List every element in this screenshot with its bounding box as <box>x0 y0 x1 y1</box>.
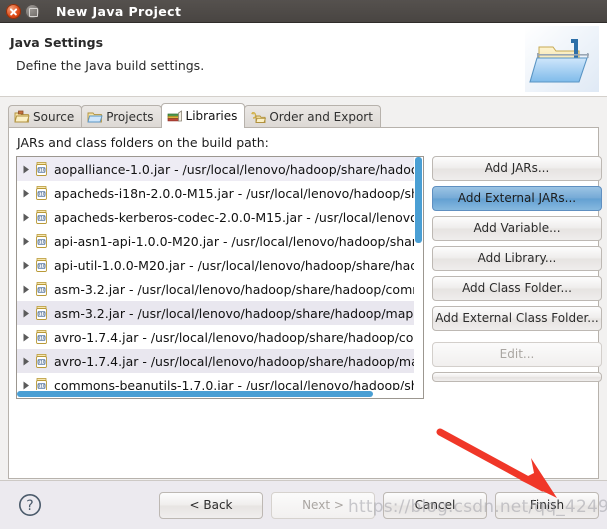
library-actions: Add JARs... Add External JARs... Add Var… <box>432 156 602 382</box>
collapsed-triangle-icon[interactable] <box>20 357 33 366</box>
add-jars-button[interactable]: Add JARs... <box>432 156 602 181</box>
next-button[interactable]: Next > <box>271 492 375 519</box>
list-horizontal-scrollbar[interactable] <box>17 390 423 398</box>
list-item[interactable]: 010 avro-1.7.4.jar - /usr/local/lenovo/h… <box>17 349 423 373</box>
collapsed-triangle-icon[interactable] <box>20 333 33 342</box>
libraries-books-icon <box>167 109 183 123</box>
tab-source-label: Source <box>33 110 75 124</box>
java-project-folder-icon <box>525 26 599 92</box>
close-icon[interactable] <box>6 3 21 19</box>
collapsed-triangle-icon[interactable] <box>20 261 33 270</box>
collapsed-triangle-icon[interactable] <box>20 189 33 198</box>
collapsed-triangle-icon[interactable] <box>20 309 33 318</box>
list-item-label: asm-3.2.jar - /usr/local/lenovo/hadoop/s… <box>54 305 423 321</box>
source-folder-icon <box>14 110 30 124</box>
svg-text:010: 010 <box>38 335 46 340</box>
edit-button[interactable]: Edit... <box>432 342 602 367</box>
tab-projects-label: Projects <box>106 110 154 124</box>
collapsed-triangle-icon[interactable] <box>20 213 33 222</box>
help-question-icon[interactable]: ? <box>18 493 42 517</box>
list-item-label: api-asn1-api-1.0.0-M20.jar - /usr/local/… <box>54 233 423 249</box>
list-vertical-scrollbar[interactable] <box>414 157 423 398</box>
svg-text:010: 010 <box>38 263 46 268</box>
build-path-list[interactable]: 010 aopalliance-1.0.jar - /usr/local/len… <box>16 156 424 399</box>
list-item[interactable]: 010 asm-3.2.jar - /usr/local/lenovo/hado… <box>17 277 423 301</box>
svg-text:?: ? <box>26 498 33 514</box>
settings-tabstrip: Source Projects Libraries Order and Expo… <box>8 103 607 128</box>
window-title: New Java Project <box>56 3 182 19</box>
projects-folder-icon <box>87 110 103 124</box>
svg-text:010: 010 <box>38 215 46 220</box>
jar-icon: 010 <box>33 209 50 226</box>
tab-order-and-export[interactable]: Order and Export <box>244 105 381 128</box>
list-item[interactable]: 010 avro-1.7.4.jar - /usr/local/lenovo/h… <box>17 325 423 349</box>
add-variable-button[interactable]: Add Variable... <box>432 216 602 241</box>
jar-icon: 010 <box>33 353 50 370</box>
tab-libraries-label: Libraries <box>185 109 238 123</box>
tab-source[interactable]: Source <box>8 105 83 128</box>
list-item[interactable]: 010 api-util-1.0.0-M20.jar - /usr/local/… <box>17 253 423 277</box>
list-vertical-scroll-thumb[interactable] <box>415 157 422 243</box>
list-item-label: apacheds-i18n-2.0.0-M15.jar - /usr/local… <box>54 185 423 201</box>
collapsed-triangle-icon[interactable] <box>20 165 33 174</box>
collapsed-triangle-icon[interactable] <box>20 381 33 390</box>
maximize-icon[interactable] <box>25 3 40 19</box>
list-item-label: avro-1.7.4.jar - /usr/local/lenovo/hadoo… <box>54 329 423 345</box>
add-class-folder-button[interactable]: Add Class Folder... <box>432 276 602 301</box>
list-item-label: avro-1.7.4.jar - /usr/local/lenovo/hadoo… <box>54 353 423 369</box>
remove-button[interactable] <box>432 372 602 382</box>
tab-order-and-export-label: Order and Export <box>269 110 373 124</box>
add-library-button[interactable]: Add Library... <box>432 246 602 271</box>
jar-icon: 010 <box>33 161 50 178</box>
list-item-label: apacheds-kerberos-codec-2.0.0-M15.jar - … <box>54 209 423 225</box>
libraries-panel: JARs and class folders on the build path… <box>8 127 602 479</box>
jar-icon: 010 <box>33 257 50 274</box>
list-item-label: api-util-1.0.0-M20.jar - /usr/local/leno… <box>54 257 423 273</box>
collapsed-triangle-icon[interactable] <box>20 237 33 246</box>
jar-icon: 010 <box>33 185 50 202</box>
wizard-button-bar: ? < Back Next > Cancel Finish <box>0 480 607 529</box>
window-titlebar: New Java Project <box>0 0 607 23</box>
list-item[interactable]: 010 api-asn1-api-1.0.0-M20.jar - /usr/lo… <box>17 229 423 253</box>
tab-projects[interactable]: Projects <box>81 105 162 128</box>
list-item[interactable]: 010 aopalliance-1.0.jar - /usr/local/len… <box>17 157 423 181</box>
svg-text:010: 010 <box>38 383 46 388</box>
wizard-navigation-buttons: < Back Next > Cancel Finish <box>151 492 599 519</box>
cancel-button[interactable]: Cancel <box>383 492 487 519</box>
jar-icon: 010 <box>33 281 50 298</box>
back-button[interactable]: < Back <box>159 492 263 519</box>
svg-text:010: 010 <box>38 239 46 244</box>
list-horizontal-scroll-thumb[interactable] <box>17 391 373 397</box>
svg-text:010: 010 <box>38 167 46 172</box>
wizard-header: Java Settings Define the Java build sett… <box>0 23 607 97</box>
svg-text:010: 010 <box>38 287 46 292</box>
add-external-class-folder-button[interactable]: Add External Class Folder... <box>432 306 602 331</box>
order-export-icon <box>250 110 267 124</box>
finish-button[interactable]: Finish <box>495 492 599 519</box>
list-item-label: aopalliance-1.0.jar - /usr/local/lenovo/… <box>54 161 423 177</box>
list-item[interactable]: 010 apacheds-kerberos-codec-2.0.0-M15.ja… <box>17 205 423 229</box>
list-item-label: asm-3.2.jar - /usr/local/lenovo/hadoop/s… <box>54 281 423 297</box>
collapsed-triangle-icon[interactable] <box>20 285 33 294</box>
new-java-project-dialog: New Java Project Java Settings Define th… <box>0 0 607 529</box>
page-title: Java Settings <box>10 35 104 50</box>
svg-text:010: 010 <box>38 359 46 364</box>
page-subtitle: Define the Java build settings. <box>16 58 205 73</box>
list-item[interactable]: 010 apacheds-i18n-2.0.0-M15.jar - /usr/l… <box>17 181 423 205</box>
svg-text:010: 010 <box>38 311 46 316</box>
add-external-jars-button[interactable]: Add External JARs... <box>432 186 602 211</box>
list-item[interactable]: 010 asm-3.2.jar - /usr/local/lenovo/hado… <box>17 301 423 325</box>
tab-libraries[interactable]: Libraries <box>160 103 246 128</box>
jar-icon: 010 <box>33 329 50 346</box>
jar-icon: 010 <box>33 233 50 250</box>
svg-text:010: 010 <box>38 191 46 196</box>
jar-icon: 010 <box>33 305 50 322</box>
list-label: JARs and class folders on the build path… <box>17 135 269 150</box>
